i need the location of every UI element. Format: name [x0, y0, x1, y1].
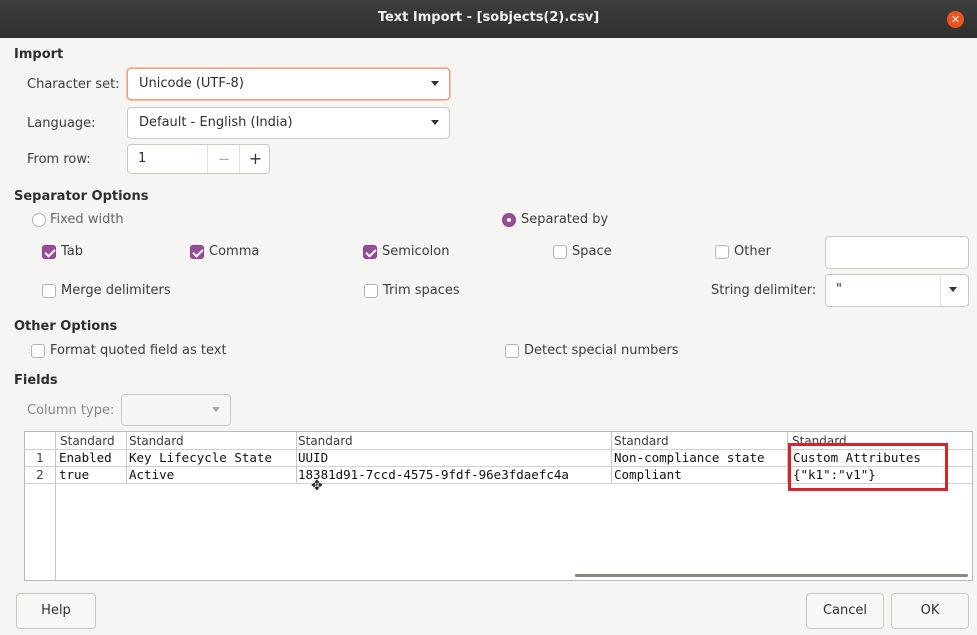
cancel-button[interactable]: Cancel	[806, 593, 884, 629]
other-delimiter-input[interactable]	[825, 236, 969, 269]
window-title: Text Import - [sobjects(2).csv]	[377, 10, 600, 25]
trim-spaces-checkbox[interactable]	[364, 284, 378, 298]
fixed-width-label: Fixed width	[50, 212, 124, 227]
format-quoted-checkbox[interactable]	[31, 344, 45, 358]
rownum-divider	[55, 432, 56, 580]
separated-by-label: Separated by	[521, 212, 609, 227]
row-number: 2	[36, 468, 44, 482]
chevron-down-icon	[431, 120, 439, 125]
separator-section-title: Separator Options	[14, 189, 149, 204]
fields-section-title: Fields	[14, 373, 58, 388]
charset-value: Unicode (UTF-8)	[139, 76, 244, 91]
column-header[interactable]: Standard	[129, 434, 184, 448]
column-header[interactable]: Standard	[298, 434, 353, 448]
detect-special-label: Detect special numbers	[524, 343, 679, 358]
merge-delimiters-label: Merge delimiters	[61, 283, 171, 298]
language-value: Default - English (India)	[139, 115, 293, 130]
semicolon-checkbox[interactable]	[363, 245, 377, 259]
trim-spaces-label: Trim spaces	[383, 283, 460, 298]
column-divider	[296, 432, 297, 483]
separated-by-radio[interactable]	[502, 213, 516, 227]
column-divider	[126, 432, 127, 483]
tab-checkbox[interactable]	[42, 245, 56, 259]
increment-button[interactable]: +	[239, 145, 271, 173]
merge-delimiters-checkbox[interactable]	[42, 284, 56, 298]
row-number: 1	[36, 451, 44, 465]
table-cell: Key Lifecycle State	[129, 450, 272, 465]
language-dropdown[interactable]: Default - English (India)	[127, 107, 450, 139]
preview-grid[interactable]: Standard Standard Standard Standard Stan…	[24, 431, 973, 581]
fixed-width-radio[interactable]	[32, 213, 46, 227]
table-cell: 18381d91-7ccd-4575-9fdf-96e3fdaefc4a	[298, 467, 569, 482]
decrement-button[interactable]: −	[207, 145, 240, 173]
string-delimiter-value[interactable]: "	[836, 282, 842, 297]
move-cursor-icon: ✥	[311, 478, 323, 494]
detect-special-checkbox[interactable]	[505, 344, 519, 358]
annotation-highlight-box	[788, 443, 948, 491]
column-divider	[611, 432, 612, 483]
column-header[interactable]: Standard	[614, 434, 669, 448]
comma-label: Comma	[209, 244, 260, 259]
table-cell: Non-compliance state	[614, 450, 765, 465]
title-bar: Text Import - [sobjects(2).csv] ✕	[0, 0, 977, 38]
close-icon[interactable]: ✕	[947, 11, 964, 28]
table-cell: Compliant	[614, 467, 682, 482]
from-row-value[interactable]: 1	[138, 151, 146, 166]
ok-button[interactable]: OK	[891, 593, 969, 629]
table-cell: Enabled	[59, 450, 112, 465]
other-label: Other	[734, 244, 771, 259]
tab-label: Tab	[61, 244, 84, 259]
comma-checkbox[interactable]	[190, 245, 204, 259]
column-header[interactable]: Standard	[60, 434, 115, 448]
other-checkbox[interactable]	[715, 245, 729, 259]
horizontal-scrollbar[interactable]	[575, 574, 968, 577]
language-label: Language:	[27, 116, 96, 131]
table-cell: UUID	[298, 450, 329, 465]
chevron-down-icon	[431, 81, 439, 86]
from-row-label: From row:	[27, 152, 91, 167]
dropdown-divider	[940, 275, 941, 306]
space-label: Space	[572, 244, 612, 259]
column-type-dropdown[interactable]	[121, 394, 231, 426]
string-delimiter-dropdown[interactable]: "	[825, 274, 969, 307]
charset-label: Character set:	[27, 77, 120, 92]
help-button[interactable]: Help	[16, 593, 96, 629]
chevron-down-icon	[212, 407, 220, 412]
charset-dropdown[interactable]: Unicode (UTF-8)	[127, 68, 450, 100]
string-delimiter-label: String delimiter:	[711, 283, 817, 298]
space-checkbox[interactable]	[553, 245, 567, 259]
other-options-section-title: Other Options	[14, 319, 118, 334]
chevron-down-icon	[949, 287, 957, 292]
from-row-stepper[interactable]: 1 − +	[127, 144, 270, 174]
table-cell: Active	[129, 467, 175, 482]
import-section-title: Import	[14, 47, 64, 62]
format-quoted-label: Format quoted field as text	[50, 343, 227, 358]
semicolon-label: Semicolon	[382, 244, 450, 259]
column-type-label: Column type:	[27, 403, 115, 418]
table-cell: true	[59, 467, 90, 482]
